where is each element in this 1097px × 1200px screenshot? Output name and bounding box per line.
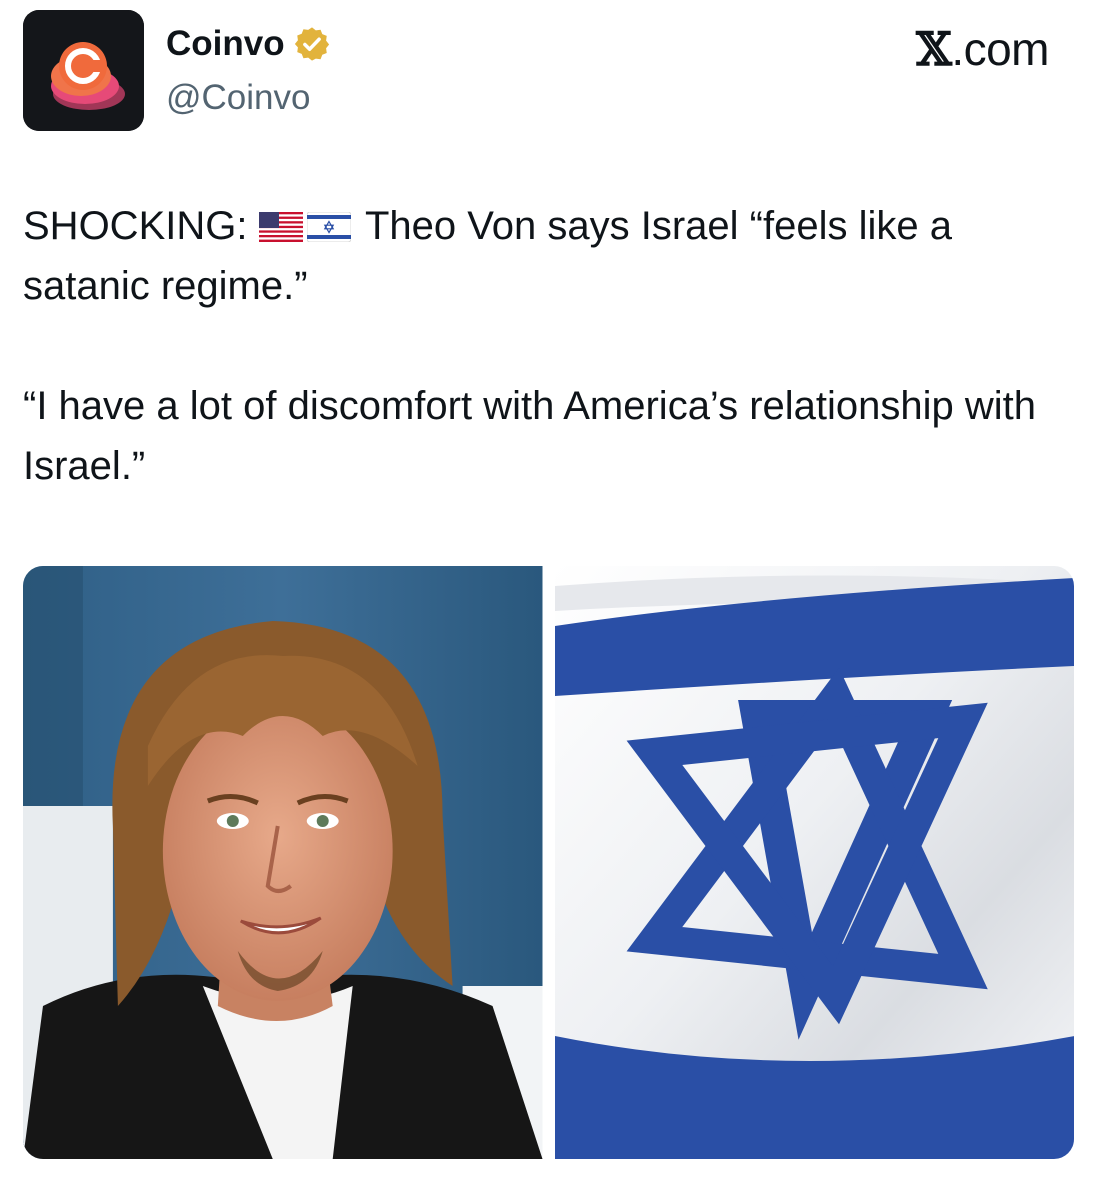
- tweet-paragraph-1: SHOCKING: Theo Von says Israel “feels li…: [23, 196, 1073, 316]
- display-name-text: Coinvo: [166, 24, 285, 63]
- author-handle[interactable]: @Coinvo: [166, 76, 310, 120]
- tweet-text: SHOCKING: Theo Von says Israel “feels li…: [23, 196, 1073, 496]
- author-display-name[interactable]: Coinvo: [166, 22, 331, 66]
- israel-flag-photo[interactable]: [554, 566, 1074, 1159]
- x-logo-icon: 𝕏: [916, 22, 952, 76]
- israel-flag-image: [554, 566, 1074, 1159]
- israel-flag-icon: [306, 212, 351, 242]
- brand-domain: .com: [951, 23, 1049, 75]
- tweet-quote: “I have a lot of discomfort with America…: [23, 384, 1037, 488]
- media-grid: [23, 566, 1074, 1159]
- tweet-lead: SHOCKING:: [23, 204, 248, 248]
- photo-of-man[interactable]: [23, 566, 543, 1159]
- x-brand-logo[interactable]: 𝕏.com: [916, 22, 1049, 76]
- verified-badge-icon: [294, 27, 329, 61]
- us-flag-icon: [258, 212, 303, 242]
- photo-of-man-image: [23, 566, 543, 1159]
- coinvo-logo-icon: [23, 10, 144, 131]
- avatar[interactable]: [23, 10, 144, 131]
